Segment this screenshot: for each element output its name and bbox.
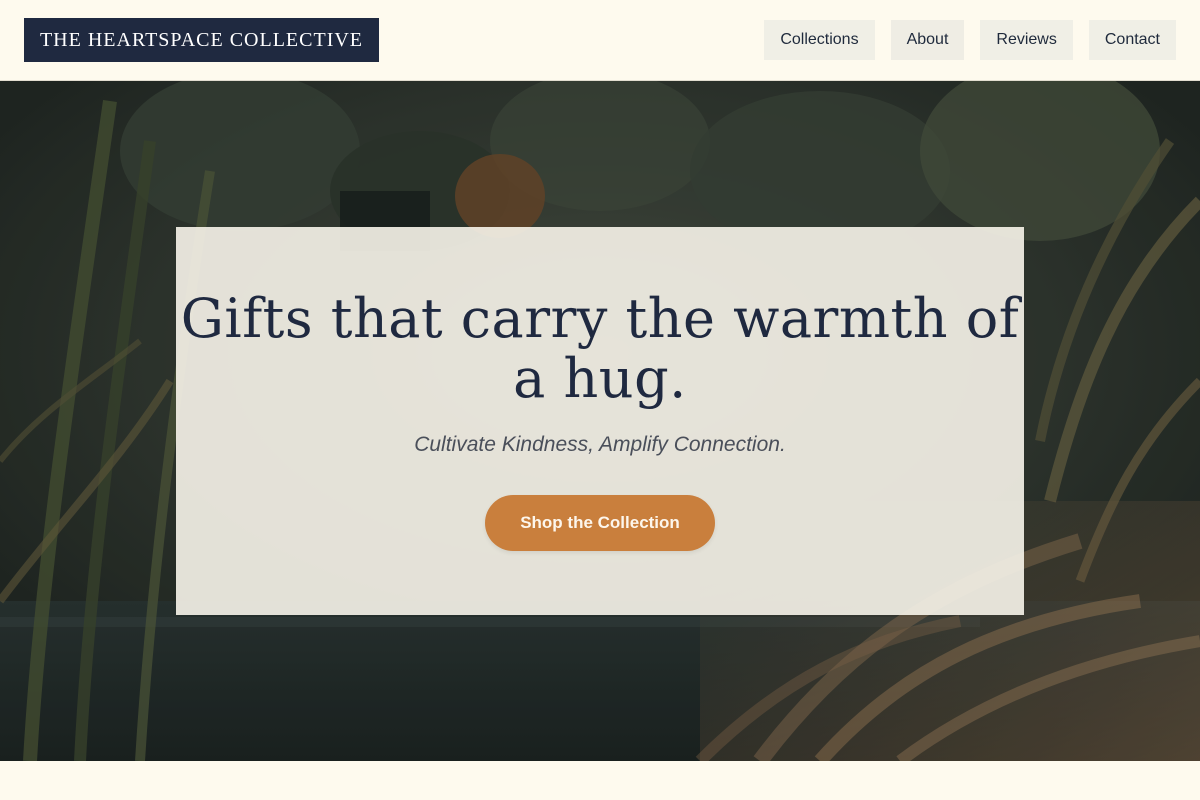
site-header: THE HEARTSPACE COLLECTIVE Collections Ab… [0, 0, 1200, 81]
page: THE HEARTSPACE COLLECTIVE Collections Ab… [0, 0, 1200, 800]
hero-card: Gifts that carry the warmth of a hug. Cu… [176, 227, 1024, 615]
nav-item-reviews[interactable]: Reviews [980, 20, 1073, 60]
main-nav: Collections About Reviews Contact [764, 20, 1176, 60]
nav-item-about[interactable]: About [890, 20, 965, 60]
shop-collection-button[interactable]: Shop the Collection [485, 495, 715, 551]
hero-title: Gifts that carry the warmth of a hug. [180, 287, 1020, 410]
hero-subtitle: Cultivate Kindness, Amplify Connection. [414, 433, 786, 456]
nav-item-contact[interactable]: Contact [1088, 20, 1176, 60]
hero-section: Gifts that carry the warmth of a hug. Cu… [0, 81, 1200, 761]
nav-item-collections[interactable]: Collections [764, 20, 875, 60]
site-logo[interactable]: THE HEARTSPACE COLLECTIVE [24, 18, 379, 62]
below-fold-section [0, 761, 1200, 800]
